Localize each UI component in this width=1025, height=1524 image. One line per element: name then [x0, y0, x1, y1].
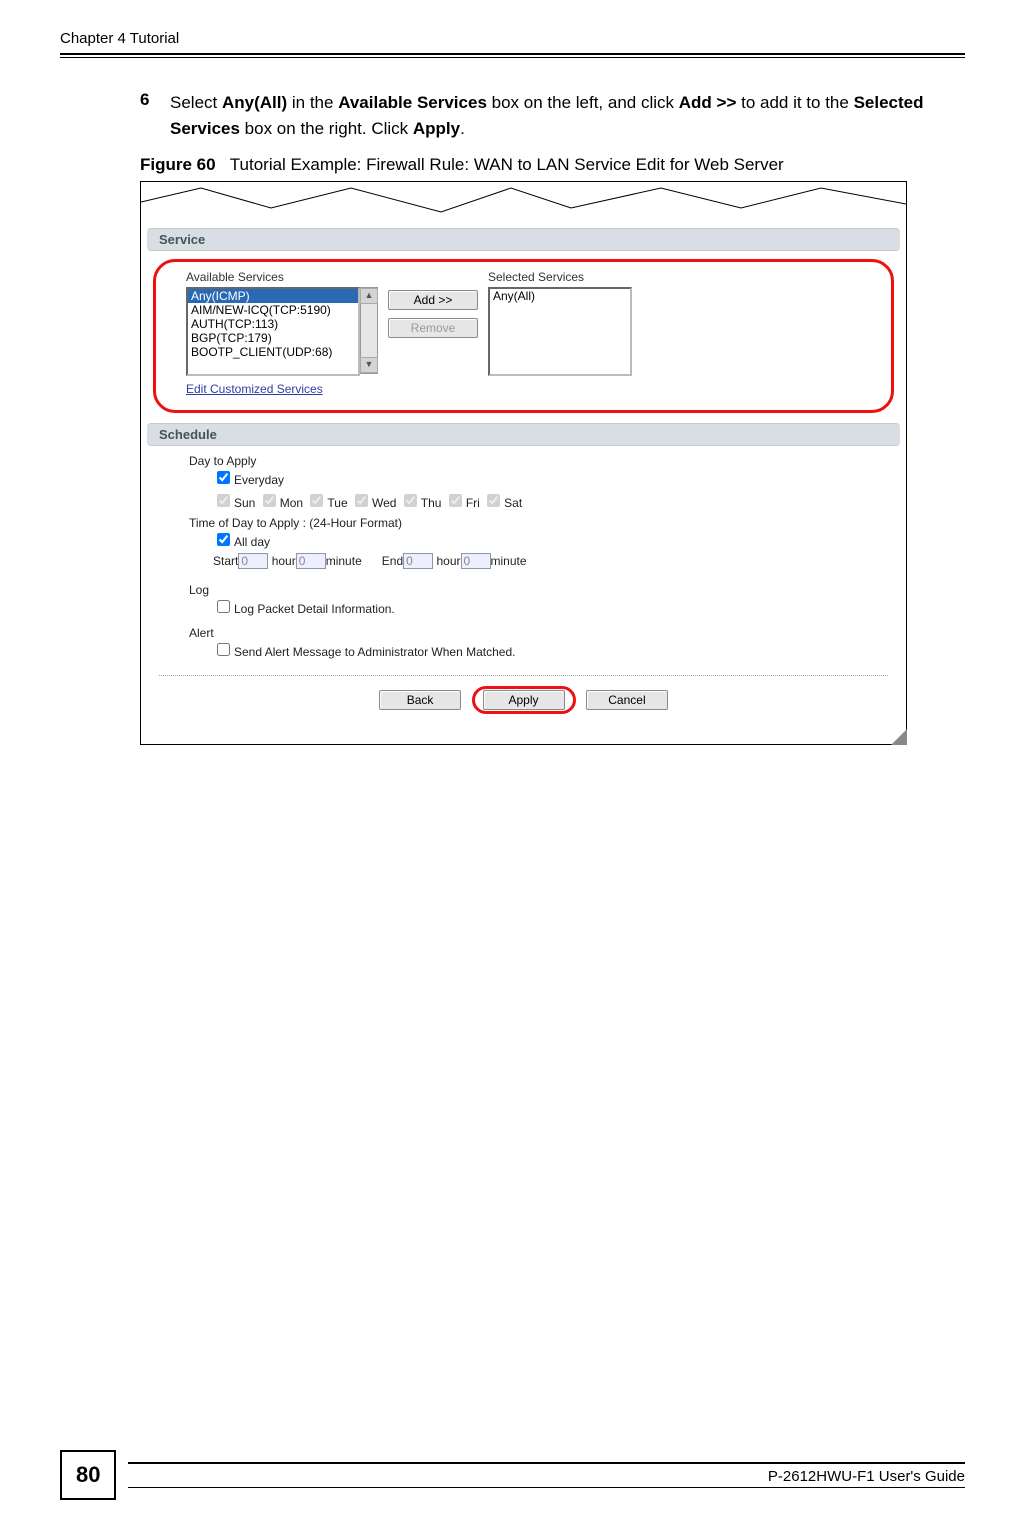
list-item[interactable]: Any(All) [490, 289, 630, 303]
mon-checkbox[interactable] [263, 494, 276, 507]
list-item[interactable]: AIM/NEW-ICQ(TCP:5190) [188, 303, 358, 317]
log-option-label: Log Packet Detail Information. [234, 602, 395, 616]
screenshot-panel: Service Available Services Any(ICMP) AIM… [140, 181, 907, 745]
torn-edge [141, 182, 906, 220]
button-row: Back Apply Cancel [141, 686, 906, 714]
everyday-label: Everyday [234, 473, 284, 487]
log-checkbox[interactable] [217, 600, 230, 613]
step-number: 6 [140, 90, 160, 141]
cancel-button[interactable]: Cancel [586, 690, 668, 710]
step-6: 6 Select Any(All) in the Available Servi… [140, 90, 945, 141]
page-footer: 80 P-2612HWU-F1 User's Guide [60, 1450, 965, 1500]
page-number: 80 [60, 1450, 116, 1500]
edit-customized-services-link[interactable]: Edit Customized Services [186, 382, 323, 396]
available-services-label: Available Services [186, 270, 378, 284]
selected-services-list[interactable]: Any(All) [488, 287, 632, 376]
start-hour-input[interactable] [238, 553, 268, 569]
list-item[interactable]: Any(ICMP) [188, 289, 358, 303]
tue-checkbox[interactable] [310, 494, 323, 507]
selected-services-label: Selected Services [488, 270, 632, 284]
sat-checkbox[interactable] [487, 494, 500, 507]
header-rule-thin [60, 57, 965, 58]
all-day-checkbox[interactable] [217, 533, 230, 546]
apply-button[interactable]: Apply [483, 690, 565, 710]
step-text: Select Any(All) in the Available Service… [170, 90, 945, 141]
list-item[interactable]: AUTH(TCP:113) [188, 317, 358, 331]
end-hour-input[interactable] [403, 553, 433, 569]
all-day-label: All day [234, 535, 270, 549]
wed-checkbox[interactable] [355, 494, 368, 507]
resize-grip-icon [891, 729, 907, 745]
section-service-header: Service [147, 228, 900, 251]
separator [159, 675, 888, 676]
list-item[interactable]: BOOTP_CLIENT(UDP:68) [188, 345, 358, 359]
alert-checkbox[interactable] [217, 643, 230, 656]
end-min-input[interactable] [461, 553, 491, 569]
figure-label: Figure 60 Tutorial Example: Firewall Rul… [140, 155, 945, 175]
remove-button[interactable]: Remove [388, 318, 478, 338]
fri-checkbox[interactable] [449, 494, 462, 507]
sun-checkbox[interactable] [217, 494, 230, 507]
available-services-list[interactable]: Any(ICMP) AIM/NEW-ICQ(TCP:5190) AUTH(TCP… [186, 287, 360, 376]
scroll-down-icon[interactable]: ▼ [360, 357, 378, 373]
start-min-input[interactable] [296, 553, 326, 569]
service-group-highlight: Available Services Any(ICMP) AIM/NEW-ICQ… [153, 259, 894, 413]
scroll-up-icon[interactable]: ▲ [360, 288, 378, 304]
running-header: Chapter 4 Tutorial [60, 30, 965, 53]
header-rule-thick [60, 53, 965, 55]
section-schedule-header: Schedule [147, 423, 900, 446]
apply-highlight: Apply [472, 686, 576, 714]
alert-option-label: Send Alert Message to Administrator When… [234, 645, 515, 659]
alert-label: Alert [189, 626, 884, 640]
day-to-apply-label: Day to Apply [189, 454, 884, 468]
guide-title: P-2612HWU-F1 User's Guide [128, 1462, 965, 1488]
add-button[interactable]: Add >> [388, 290, 478, 310]
schedule-group: Day to Apply Everyday Sun Mon Tue Wed Th… [189, 454, 884, 659]
scrollbar[interactable]: ▲ ▼ [360, 287, 378, 374]
time-of-day-label: Time of Day to Apply : (24-Hour Format) [189, 516, 884, 530]
back-button[interactable]: Back [379, 690, 461, 710]
log-label: Log [189, 583, 884, 597]
list-item[interactable]: BGP(TCP:179) [188, 331, 358, 345]
everyday-checkbox[interactable] [217, 471, 230, 484]
thu-checkbox[interactable] [404, 494, 417, 507]
